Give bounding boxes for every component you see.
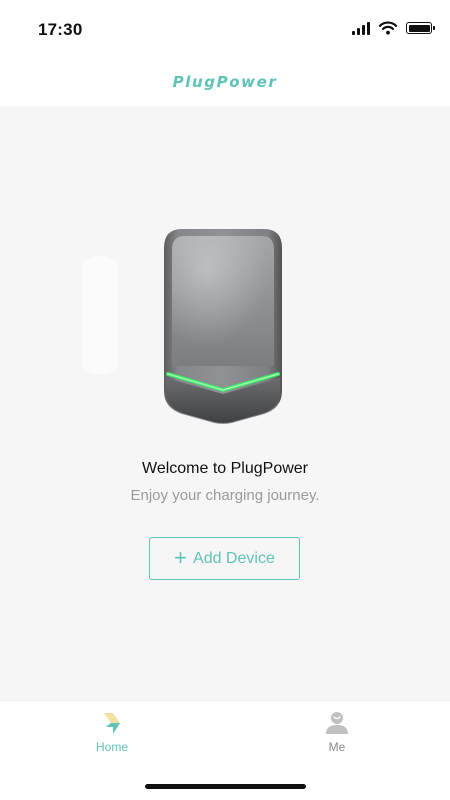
wifi-icon	[379, 21, 397, 35]
battery-icon	[406, 22, 435, 34]
tab-home[interactable]: Home	[72, 709, 152, 754]
status-icons	[352, 18, 435, 38]
app-screen: 17:30 PlugPower Welcome to PlugPower Enj…	[0, 0, 450, 800]
welcome-title: Welcome to PlugPower	[142, 460, 308, 477]
tab-me-label: Me	[328, 740, 346, 754]
status-time: 17:30	[38, 20, 83, 39]
status-bar: 17:30	[0, 0, 450, 58]
welcome-tagline: Enjoy your charging journey.	[130, 487, 320, 504]
tab-me[interactable]: Me	[297, 709, 377, 754]
charger-device-image	[164, 229, 282, 424]
app-header: PlugPower	[0, 58, 450, 106]
home-indicator	[145, 784, 306, 789]
add-device-button[interactable]: + Add Device	[149, 537, 300, 580]
tab-home-label: Home	[95, 740, 128, 754]
plus-icon: +	[174, 544, 188, 570]
background-decoration	[82, 256, 118, 374]
main-content: Welcome to PlugPower Enjoy your charging…	[0, 106, 450, 700]
home-bolt-icon	[104, 713, 120, 734]
app-logo: PlugPower	[172, 73, 278, 91]
add-device-label: Add Device	[193, 549, 275, 567]
signal-icon	[352, 21, 370, 35]
user-icon	[326, 712, 348, 734]
